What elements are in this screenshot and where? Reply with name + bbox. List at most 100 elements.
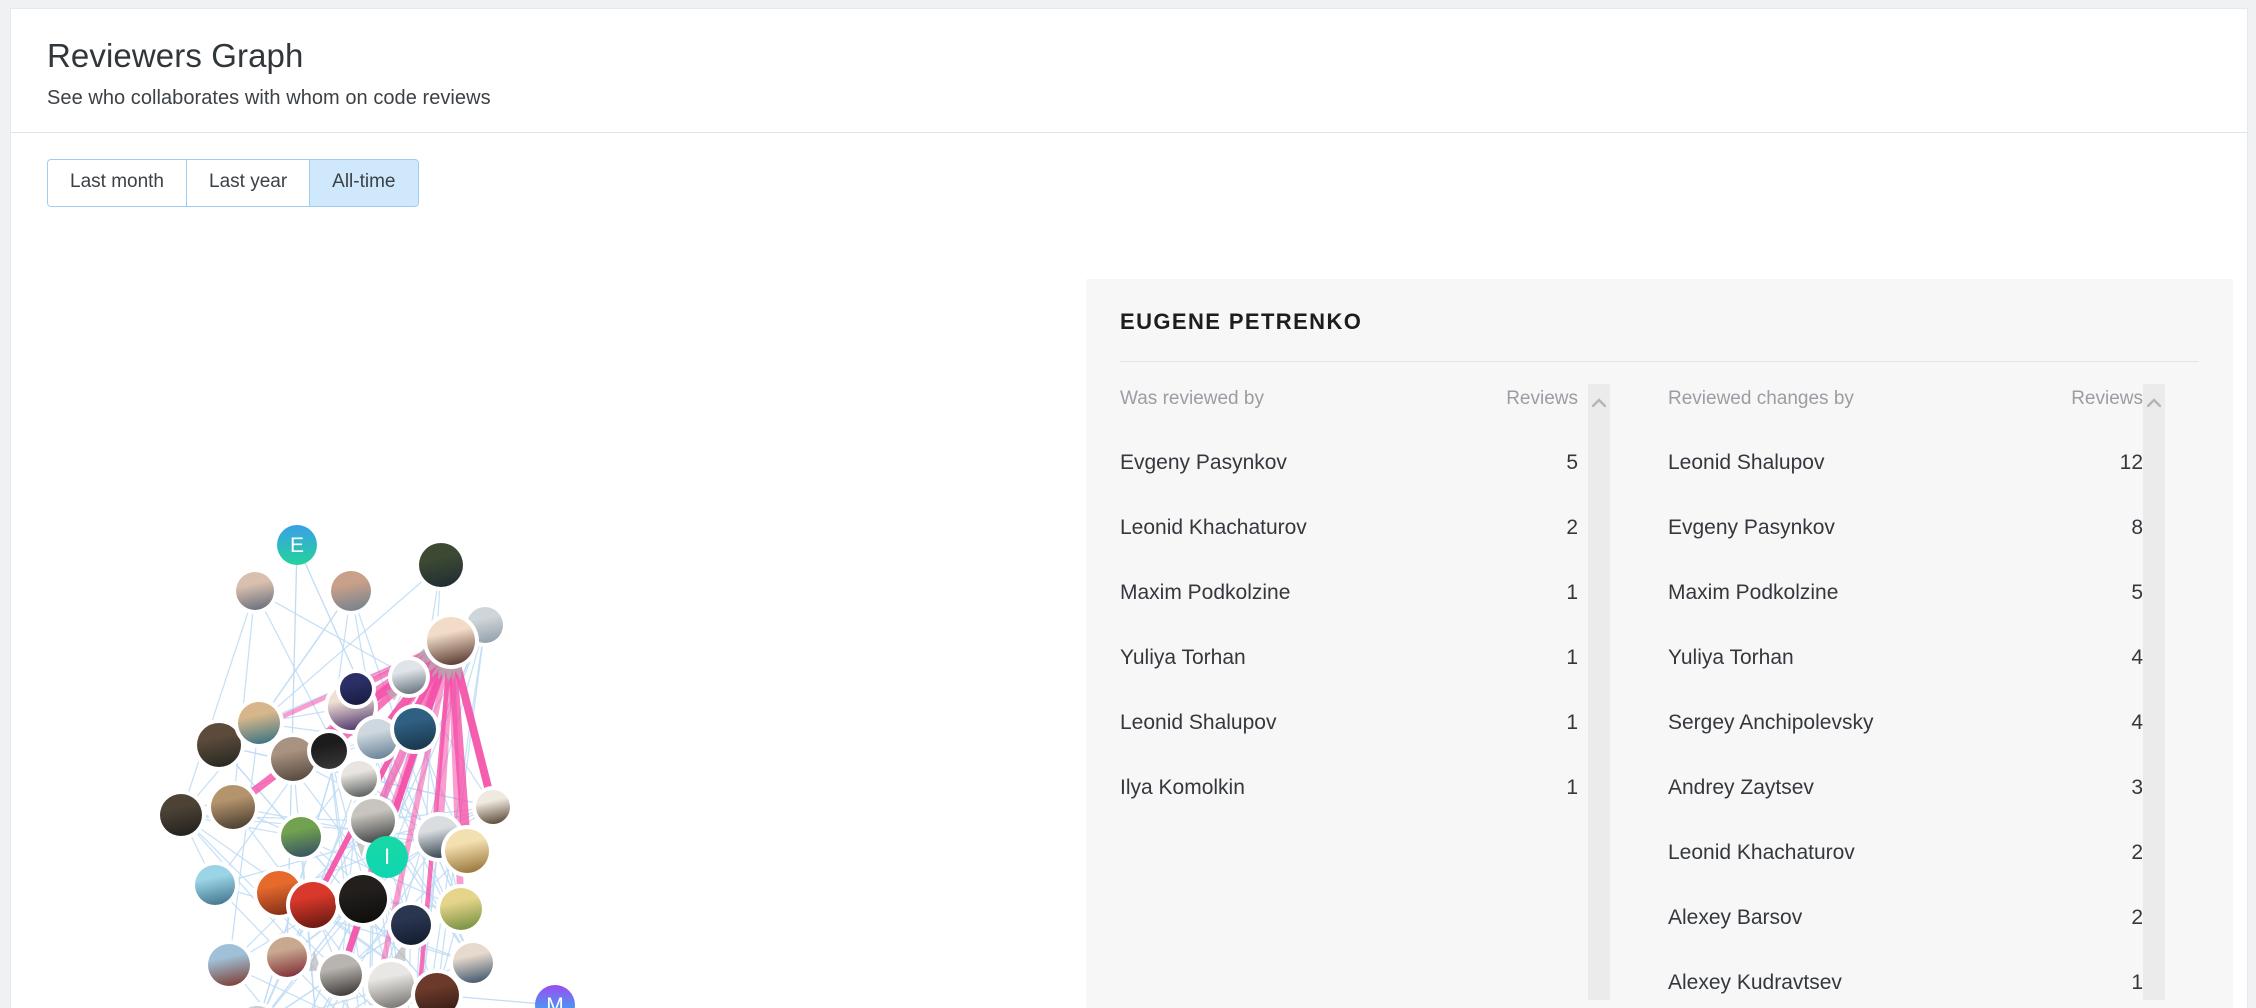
- column-header-count: Reviews: [1506, 388, 1578, 409]
- graph-node[interactable]: [160, 794, 202, 836]
- table-row[interactable]: Leonid Khachaturov 2: [1668, 800, 2199, 865]
- reviewed-changes-by-scrollbar[interactable]: [2143, 384, 2165, 1000]
- graph-node[interactable]: [281, 817, 321, 857]
- review-count: 4: [2131, 646, 2143, 669]
- avatar: [419, 543, 463, 587]
- avatar: [339, 875, 387, 923]
- graph-node[interactable]: [445, 829, 489, 873]
- reviewers-graph-page: Reviewers Graph See who collaborates wit…: [10, 8, 2248, 1008]
- was-reviewed-by-column: Was reviewed by Reviews Evgeny Pasynkov 5…: [1086, 362, 1634, 1002]
- table-row[interactable]: Yuliya Torhan 4: [1668, 605, 2199, 670]
- column-header-name: Reviewed changes by: [1668, 388, 1854, 409]
- chevron-up-icon[interactable]: [2147, 398, 2161, 407]
- page-header: Reviewers Graph See who collaborates wit…: [11, 9, 2247, 132]
- graph-edge: [254, 590, 410, 678]
- detail-columns: Was reviewed by Reviews Evgeny Pasynkov 5…: [1086, 362, 2233, 1002]
- graph-node[interactable]: [311, 733, 347, 769]
- graph-node[interactable]: [357, 719, 397, 759]
- graph-node[interactable]: [391, 905, 431, 945]
- graph-node-initial[interactable]: I: [366, 836, 408, 878]
- graph-node[interactable]: [339, 875, 387, 923]
- reviewer-name: Leonid Khachaturov: [1668, 841, 1855, 864]
- avatar: [340, 673, 372, 705]
- table-row[interactable]: Maxim Podkolzine 1: [1120, 540, 1634, 605]
- avatar: [211, 785, 255, 829]
- avatar: [394, 708, 436, 750]
- avatar: [320, 954, 362, 996]
- graph-node[interactable]: [419, 543, 463, 587]
- avatar: [236, 572, 274, 610]
- table-row[interactable]: Ilya Komolkin 1: [1120, 735, 1634, 800]
- review-count: 5: [1566, 451, 1578, 474]
- table-row[interactable]: Maxim Podkolzine 5: [1668, 540, 2199, 605]
- reviewer-name: Andrey Zaytsev: [1668, 776, 1814, 799]
- was-reviewed-by-list: Evgeny Pasynkov 5 Leonid Khachaturov 2 Maxim…: [1120, 410, 1634, 800]
- reviewer-name: Alexey Kudravtsev: [1668, 971, 1842, 994]
- avatar: [445, 829, 489, 873]
- reviewers-graph-canvas[interactable]: EIMI: [11, 245, 1073, 1008]
- graph-node[interactable]: [427, 617, 475, 665]
- chevron-up-icon[interactable]: [1592, 398, 1606, 407]
- table-row[interactable]: Andrey Zaytsev 3: [1668, 735, 2199, 800]
- graph-node[interactable]: [267, 937, 307, 977]
- avatar: [311, 733, 347, 769]
- graph-node[interactable]: [440, 888, 482, 930]
- table-row[interactable]: Evgeny Pasynkov 5: [1120, 410, 1634, 475]
- graph-node-initial[interactable]: E: [277, 525, 317, 565]
- graph-node[interactable]: [392, 660, 426, 694]
- page-subtitle: See who collaborates with whom on code r…: [47, 86, 491, 109]
- avatar: [271, 737, 315, 781]
- tab-all-time[interactable]: All-time: [309, 159, 418, 206]
- time-range-segmented-control[interactable]: Last month Last year All-time: [47, 158, 419, 207]
- graph-node[interactable]: [238, 702, 280, 744]
- table-row[interactable]: Sergey Anchipolevsky 4: [1668, 670, 2199, 735]
- review-count: 5: [2131, 581, 2143, 604]
- column-header-count: Reviews: [2071, 388, 2143, 409]
- graph-node[interactable]: [211, 785, 255, 829]
- reviewer-name: Evgeny Pasynkov: [1668, 516, 1835, 539]
- reviewer-name: Leonid Shalupov: [1668, 451, 1825, 474]
- avatar: [476, 790, 510, 824]
- graph-node[interactable]: [197, 723, 241, 767]
- reviewer-name: Maxim Podkolzine: [1668, 581, 1839, 604]
- graph-node[interactable]: [341, 761, 377, 797]
- was-reviewed-by-header: Was reviewed by Reviews: [1120, 362, 1634, 410]
- graph-node[interactable]: [195, 865, 235, 905]
- avatar: [281, 817, 321, 857]
- reviewer-name: Alexey Barsov: [1668, 906, 1803, 929]
- graph-node[interactable]: [208, 944, 250, 986]
- table-row[interactable]: Alexey Barsov 2: [1668, 865, 2199, 930]
- graph-node[interactable]: [453, 943, 493, 983]
- reviewer-name: Sergey Anchipolevsky: [1668, 711, 1874, 734]
- was-reviewed-by-scrollbar[interactable]: [1588, 384, 1610, 1000]
- table-row[interactable]: Leonid Shalupov 12: [1668, 410, 2199, 475]
- table-row[interactable]: Evgeny Pasynkov 8: [1668, 475, 2199, 540]
- avatar: [195, 865, 235, 905]
- graph-node[interactable]: [271, 737, 315, 781]
- graph-node[interactable]: [476, 790, 510, 824]
- tab-last-month[interactable]: Last month: [48, 159, 186, 206]
- reviewer-name: Maxim Podkolzine: [1120, 581, 1291, 604]
- graph-node[interactable]: [320, 954, 362, 996]
- avatar: [267, 937, 307, 977]
- avatar: [160, 794, 202, 836]
- reviewed-changes-by-column: Reviewed changes by Reviews Leonid Shalu…: [1634, 362, 2199, 1002]
- graph-node[interactable]: [368, 962, 414, 1008]
- table-row[interactable]: Leonid Shalupov 1: [1120, 670, 1634, 735]
- toolbar: Last month Last year All-time: [11, 133, 2247, 207]
- table-row[interactable]: Yuliya Torhan 1: [1120, 605, 1634, 670]
- page-title: Reviewers Graph: [47, 37, 304, 74]
- reviewer-name: Ilya Komolkin: [1120, 776, 1245, 799]
- avatar: [392, 660, 426, 694]
- graph-node[interactable]: [331, 571, 371, 611]
- review-count: 12: [2119, 451, 2143, 474]
- review-count: 2: [1566, 516, 1578, 539]
- graph-node[interactable]: [394, 708, 436, 750]
- table-row[interactable]: Leonid Khachaturov 2: [1120, 475, 1634, 540]
- graph-node[interactable]: [236, 572, 274, 610]
- graph-node[interactable]: [290, 882, 336, 928]
- avatar: [208, 944, 250, 986]
- graph-node[interactable]: [340, 673, 372, 705]
- table-row[interactable]: Alexey Kudravtsev 1: [1668, 930, 2199, 995]
- tab-last-year[interactable]: Last year: [186, 159, 310, 206]
